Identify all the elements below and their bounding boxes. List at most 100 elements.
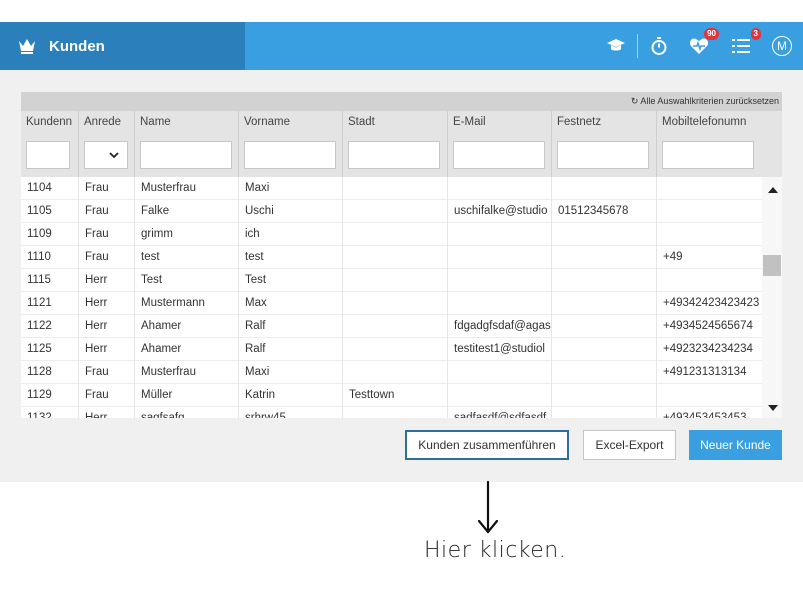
table-cell: +49342423423423 xyxy=(656,292,762,315)
table-cell: Frau xyxy=(78,177,134,200)
table-cell: 1125 xyxy=(27,343,52,355)
table-cell: Musterfrau xyxy=(134,361,238,384)
table-cell: 1104 xyxy=(27,182,52,194)
column-header[interactable]: E-Mail xyxy=(453,116,549,128)
table-cell: +49 xyxy=(656,246,762,269)
toolbar-divider xyxy=(637,34,638,58)
table-cell xyxy=(342,200,447,223)
table-cell: +493453453453 xyxy=(656,407,762,418)
scroll-down-icon[interactable] xyxy=(768,405,778,411)
column-vorname: Vorname xyxy=(238,111,342,177)
table-cell xyxy=(551,269,656,292)
column-header[interactable]: Kundenn xyxy=(26,116,76,128)
table-cell xyxy=(551,177,656,200)
table-cell: Herr xyxy=(78,407,134,418)
filter-mobil[interactable] xyxy=(662,141,754,169)
table-cell xyxy=(551,292,656,315)
column-header[interactable]: Mobiltelefonumn xyxy=(662,116,758,128)
reset-filters-label: Alle Auswahlkriterien zurücksetzen xyxy=(640,96,779,106)
column-mobil: Mobiltelefonumn xyxy=(656,111,782,177)
column-stadt: Stadt xyxy=(342,111,447,177)
table-cell: Test xyxy=(238,269,342,292)
list-icon[interactable]: 3 xyxy=(730,28,761,57)
table-row[interactable]: 1122 Herr Ahamer Ralf fdgadgfsdaf@agas +49345… xyxy=(21,315,762,338)
table-row[interactable]: 1125 Herr Ahamer Ralf testitest1@studiol +492… xyxy=(21,338,762,361)
customer-grid: ↻ Alle Auswahlkriterien zurücksetzen Kun… xyxy=(21,92,782,418)
health-icon[interactable]: 90 xyxy=(688,28,719,57)
table-cell xyxy=(656,223,762,246)
scroll-thumb[interactable] xyxy=(763,255,781,276)
reset-filters-link[interactable]: ↻ Alle Auswahlkriterien zurücksetzen xyxy=(631,96,779,106)
column-header[interactable]: Name xyxy=(140,116,236,128)
table-cell xyxy=(656,177,762,200)
table-cell: ich xyxy=(238,223,342,246)
table-cell: Herr xyxy=(78,269,134,292)
table-cell: 1129 xyxy=(27,389,52,401)
table-cell: 1115 xyxy=(27,274,51,286)
filter-name[interactable] xyxy=(140,141,232,169)
table-cell xyxy=(447,269,551,292)
graduation-cap-icon[interactable] xyxy=(605,35,627,57)
table-row[interactable]: 1105 Frau Falke Uschi uschifalke@studio 01512… xyxy=(21,200,762,223)
column-name: Name xyxy=(134,111,238,177)
grid-body: 1104 Frau Musterfrau Maxi 1105 Frau Falke Uschi… xyxy=(21,177,762,418)
filter-festnetz[interactable] xyxy=(557,141,649,169)
table-row[interactable]: 1128 Frau Musterfrau Maxi +491231313134 xyxy=(21,361,762,384)
column-header[interactable]: Festnetz xyxy=(557,116,654,128)
table-cell xyxy=(551,223,656,246)
table-cell xyxy=(551,407,656,418)
table-cell xyxy=(342,315,447,338)
table-cell xyxy=(342,269,447,292)
filter-kundennummer[interactable] xyxy=(26,141,70,169)
filter-vorname[interactable] xyxy=(244,141,336,169)
table-cell: Testtown xyxy=(342,384,447,407)
table-cell: 01512345678 xyxy=(551,200,656,223)
new-customer-button[interactable]: Neuer Kunde xyxy=(689,430,782,460)
stopwatch-icon[interactable] xyxy=(648,35,670,57)
avatar[interactable]: M xyxy=(772,36,792,56)
scroll-up-icon[interactable] xyxy=(768,187,778,193)
filter-anrede-select[interactable] xyxy=(84,141,128,169)
table-cell: Mustermann xyxy=(134,292,238,315)
table-row[interactable]: 1109 Frau grimm ich xyxy=(21,223,762,246)
table-cell: Herr xyxy=(78,292,134,315)
table-row[interactable]: 1121 Herr Mustermann Max +49342423423423 xyxy=(21,292,762,315)
column-header[interactable]: Vorname xyxy=(244,116,340,128)
table-cell xyxy=(656,384,762,407)
table-row[interactable]: 1110 Frau test test +49 xyxy=(21,246,762,269)
table-cell xyxy=(551,315,656,338)
table-cell: sagfsafg xyxy=(134,407,238,418)
table-cell: Ralf xyxy=(238,338,342,361)
app-window: Kunden 90 3 M ↻ Alle Auswahlkriterien zu… xyxy=(0,22,803,482)
filter-email[interactable] xyxy=(453,141,545,169)
table-cell xyxy=(342,177,447,200)
table-cell xyxy=(447,223,551,246)
table-cell: uschifalke@studio xyxy=(447,200,551,223)
grid-scrollbar[interactable] xyxy=(762,177,782,418)
table-cell: test xyxy=(134,246,238,269)
table-cell: +4923234234234 xyxy=(656,338,762,361)
table-cell: Herr xyxy=(78,338,134,361)
table-cell: Frau xyxy=(78,246,134,269)
table-cell: Müller xyxy=(134,384,238,407)
table-cell: testitest1@studiol xyxy=(447,338,551,361)
column-header[interactable]: Stadt xyxy=(348,116,445,128)
table-cell: 1121 xyxy=(27,297,52,309)
table-row[interactable]: 1132 Herr sagfsafg srhrw45 sadfasdf@sdfasdf +… xyxy=(21,407,762,418)
table-cell: srhrw45 xyxy=(238,407,342,418)
filter-stadt[interactable] xyxy=(348,141,440,169)
chevron-down-icon xyxy=(109,151,119,158)
toolbar-icons: 90 3 M xyxy=(605,22,803,70)
table-cell: 1110 xyxy=(27,251,51,263)
table-cell: Max xyxy=(238,292,342,315)
merge-customers-button[interactable]: Kunden zusammenführen xyxy=(405,430,569,460)
table-row[interactable]: 1104 Frau Musterfrau Maxi xyxy=(21,177,762,200)
column-header[interactable]: Anrede xyxy=(84,116,132,128)
table-row[interactable]: 1115 Herr Test Test xyxy=(21,269,762,292)
click-here-annotation: Hier klicken. xyxy=(424,538,567,563)
excel-export-button[interactable]: Excel-Export xyxy=(583,430,676,460)
table-row[interactable]: 1129 Frau Müller Katrin Testtown xyxy=(21,384,762,407)
table-cell xyxy=(447,292,551,315)
table-cell xyxy=(656,269,762,292)
table-cell: Frau xyxy=(78,223,134,246)
